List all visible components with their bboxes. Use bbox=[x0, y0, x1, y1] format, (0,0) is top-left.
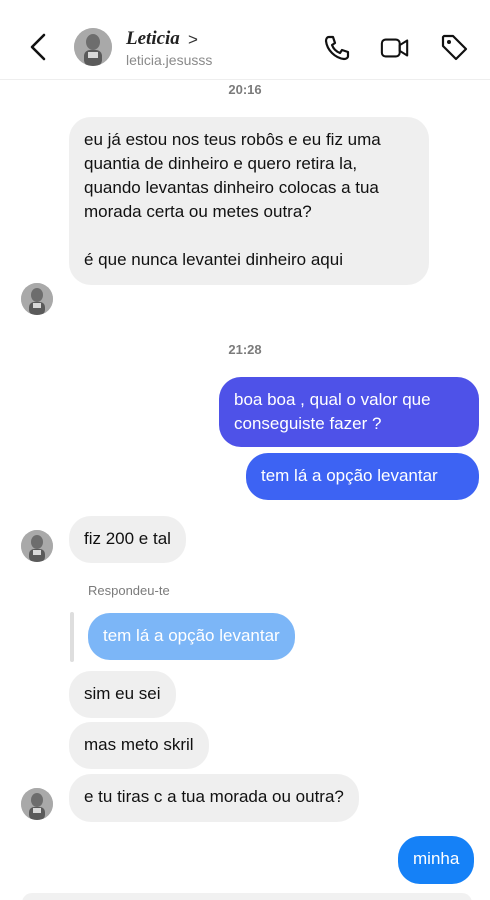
chevron-right-icon[interactable]: > bbox=[188, 30, 198, 50]
message-timestamp: 20:16 bbox=[228, 82, 262, 97]
video-camera-icon[interactable] bbox=[380, 33, 410, 63]
avatar[interactable] bbox=[21, 530, 53, 562]
message-text: minha bbox=[413, 849, 460, 868]
outgoing-message[interactable]: minha bbox=[398, 836, 475, 884]
quoted-message[interactable]: tem lá a opção levantar bbox=[88, 613, 295, 660]
message-text: tem lá a opção levantar bbox=[103, 626, 280, 645]
outgoing-message[interactable]: boa boa , qual o valor que conseguiste f… bbox=[219, 377, 479, 447]
message-text: fiz 200 e tal bbox=[84, 529, 171, 548]
avatar[interactable] bbox=[21, 788, 53, 820]
chat-header: Leticia > leticia.jesusss bbox=[0, 0, 490, 80]
back-chevron-icon[interactable] bbox=[26, 30, 54, 64]
message-text: é que nunca levantei dinheiro aqui bbox=[84, 250, 343, 269]
incoming-message[interactable]: mas meto skril bbox=[69, 722, 209, 769]
avatar[interactable] bbox=[21, 283, 53, 315]
message-text: sim eu sei bbox=[84, 684, 161, 703]
incoming-message[interactable]: sim eu sei bbox=[69, 671, 176, 718]
incoming-message[interactable]: e tu tiras c a tua morada ou outra? bbox=[69, 774, 359, 822]
incoming-message[interactable] bbox=[22, 893, 472, 900]
incoming-message[interactable]: fiz 200 e tal bbox=[69, 516, 186, 563]
message-text: tem lá a opção levantar bbox=[261, 466, 438, 485]
message-text: e tu tiras c a tua morada ou outra? bbox=[84, 787, 344, 806]
message-text: mas meto skril bbox=[84, 735, 194, 754]
message-text: boa boa , qual o valor que conseguiste f… bbox=[234, 390, 431, 433]
contact-name[interactable]: Leticia bbox=[126, 28, 180, 50]
message-text: eu já estou nos teus robôs e eu fiz uma … bbox=[84, 130, 381, 221]
tag-icon[interactable] bbox=[440, 33, 470, 63]
contact-username: leticia.jesusss bbox=[126, 52, 213, 68]
message-timestamp: 21:28 bbox=[228, 342, 262, 357]
phone-icon[interactable] bbox=[322, 33, 352, 63]
outgoing-message[interactable]: tem lá a opção levantar bbox=[246, 453, 479, 500]
incoming-message[interactable]: eu já estou nos teus robôs e eu fiz uma … bbox=[69, 117, 429, 285]
avatar[interactable] bbox=[74, 28, 112, 66]
reply-label: Respondeu-te bbox=[88, 583, 170, 598]
reply-bar bbox=[70, 612, 74, 662]
